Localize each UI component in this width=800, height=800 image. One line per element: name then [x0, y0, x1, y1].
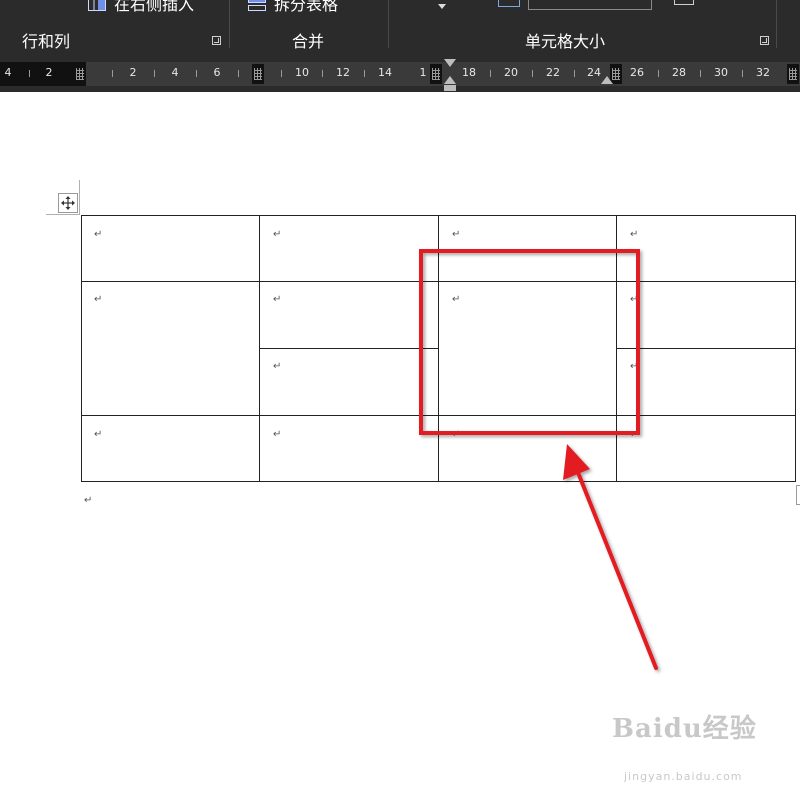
ruler-label: 32 — [756, 66, 770, 79]
ruler-tick — [238, 70, 239, 77]
cell-paragraph-mark[interactable]: ↵ — [94, 430, 102, 440]
group-label-rows-cols: 行和列 — [22, 32, 71, 51]
ruler-label: 1 — [419, 66, 427, 79]
ruler-tick — [574, 70, 575, 77]
ruler-label: 24 — [587, 66, 601, 79]
right-indent-marker[interactable] — [601, 76, 613, 84]
document-paragraph-mark[interactable]: ↵ — [84, 496, 92, 506]
column-marker[interactable] — [74, 64, 86, 84]
group-separator — [776, 0, 777, 48]
insert-column-right-icon — [88, 0, 106, 11]
insert-right-label: 在右侧插入 — [114, 0, 195, 14]
ruler-tick — [532, 70, 533, 77]
ruler-tick — [364, 70, 365, 77]
ruler-label: 2 — [45, 66, 53, 79]
group-separator — [229, 0, 230, 48]
group-separator — [388, 0, 389, 48]
ruler-label: 14 — [378, 66, 392, 79]
horizontal-ruler[interactable]: 4 2 2 4 6 10 12 14 1 18 20 22 24 26 28 3… — [0, 56, 800, 92]
ruler-tick — [658, 70, 659, 77]
ruler-label: 4 — [171, 66, 179, 79]
ruler-label: 4 — [4, 66, 12, 79]
cell-paragraph-mark[interactable]: ↵ — [630, 230, 638, 240]
cell-paragraph-mark[interactable]: ↵ — [452, 230, 460, 240]
cell-paragraph-mark[interactable]: ↵ — [273, 362, 281, 372]
column-marker[interactable] — [252, 64, 264, 84]
ruler-label: 30 — [714, 66, 728, 79]
ruler-tick — [196, 70, 197, 77]
cell-paragraph-mark[interactable]: ↵ — [273, 230, 281, 240]
distribute-columns-icon[interactable] — [674, 0, 694, 5]
ruler-tick — [29, 70, 30, 77]
table-resize-handle[interactable] — [796, 485, 800, 505]
ruler-tick — [154, 70, 155, 77]
column-marker[interactable] — [787, 64, 799, 84]
split-table-icon — [248, 0, 266, 11]
first-line-indent-marker[interactable] — [444, 59, 456, 67]
ruler-tick — [490, 70, 491, 77]
cell-paragraph-mark[interactable]: ↵ — [273, 430, 281, 440]
ruler-label: 20 — [504, 66, 518, 79]
ruler-label: 22 — [546, 66, 560, 79]
group-label-cell-size: 单元格大小 — [525, 32, 606, 51]
ruler-tick — [322, 70, 323, 77]
ruler-label: 10 — [295, 66, 309, 79]
insert-right-button[interactable]: 在右侧插入 — [88, 0, 194, 14]
ruler-tick — [742, 70, 743, 77]
cell-paragraph-mark[interactable]: ↵ — [273, 295, 281, 305]
table[interactable] — [0, 92, 800, 800]
ruler-label: 6 — [213, 66, 221, 79]
ruler-tick — [112, 70, 113, 77]
row-height-icon — [498, 0, 520, 7]
hanging-indent-marker[interactable] — [444, 76, 456, 84]
chevron-down-icon[interactable] — [438, 4, 446, 9]
cell-paragraph-mark[interactable]: ↵ — [630, 430, 638, 440]
cell-paragraph-mark[interactable]: ↵ — [94, 230, 102, 240]
ruler-label: 28 — [672, 66, 686, 79]
split-table-button[interactable]: 拆分表格 — [248, 0, 338, 14]
split-table-label: 拆分表格 — [274, 0, 339, 14]
document-page[interactable]: ↵ ↵ ↵ ↵ ↵ ↵ ↵ ↵ ↵ ↵ ↵ ↵ ↵ ↵ ↵ — [0, 92, 800, 800]
cell-paragraph-mark[interactable]: ↵ — [452, 295, 460, 305]
ruler-label: 18 — [462, 66, 476, 79]
cell-paragraph-mark[interactable]: ↵ — [452, 430, 460, 440]
ribbon: 在右侧插入 拆分表格 行和列 合并 单元格大小 — [0, 0, 800, 56]
column-marker[interactable] — [430, 64, 442, 84]
ruler-label: 12 — [336, 66, 350, 79]
ruler-label: 2 — [129, 66, 137, 79]
cell-paragraph-mark[interactable]: ↵ — [630, 295, 638, 305]
cell-paragraph-mark[interactable]: ↵ — [94, 295, 102, 305]
dialog-launcher-icon[interactable] — [760, 36, 769, 45]
left-indent-marker[interactable] — [444, 85, 456, 91]
ruler-tick — [700, 70, 701, 77]
group-label-merge: 合并 — [292, 32, 325, 51]
ruler-label: 26 — [630, 66, 644, 79]
cell-height-field[interactable] — [528, 0, 652, 10]
watermark-url: jingyan.baidu.com — [624, 770, 743, 783]
ruler-tick — [281, 70, 282, 77]
cell-paragraph-mark[interactable]: ↵ — [630, 362, 638, 372]
baidu-jingyan-watermark: Baidu经验 — [612, 714, 757, 744]
dialog-launcher-icon[interactable] — [212, 36, 221, 45]
